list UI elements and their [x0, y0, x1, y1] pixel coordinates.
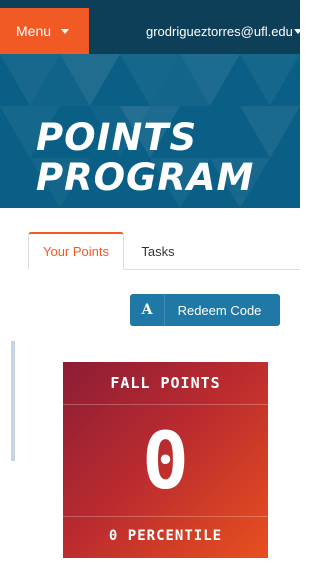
code-letter-icon: A: [130, 294, 165, 326]
page-title: POINTS PROGRAM: [36, 118, 254, 198]
points-percentile: 0 PERCENTILE: [108, 528, 223, 544]
menu-button[interactable]: Menu: [0, 8, 89, 54]
fall-points-card: FALL POINTS 0 0 PERCENTILE: [63, 362, 268, 558]
points-program-banner: POINTS PROGRAM: [0, 54, 300, 208]
page-title-line-1: POINTS: [36, 116, 198, 159]
left-scroll-indicator: [11, 341, 15, 461]
points-value: 0: [142, 417, 189, 507]
tab-tasks[interactable]: Tasks: [131, 232, 185, 270]
tab-bar: Your Points Tasks: [0, 232, 300, 270]
user-email: grodrigueztorres@ufl.edu: [146, 23, 293, 39]
card-divider-bottom: [63, 516, 268, 517]
page-title-line-2: PROGRAM: [36, 156, 255, 199]
top-nav-bar: Menu grodrigueztorres@ufl.edu: [0, 0, 302, 54]
user-account-menu[interactable]: grodrigueztorres@ufl.edu: [146, 8, 293, 54]
redeem-code-button[interactable]: A Redeem Code: [130, 294, 280, 326]
card-divider-top: [63, 404, 268, 405]
user-menu-chevron-down-icon[interactable]: [294, 29, 302, 34]
menu-label: Menu: [16, 23, 52, 39]
chevron-down-icon: [61, 28, 70, 34]
tab-your-points[interactable]: Your Points: [28, 232, 124, 270]
points-card-title: FALL POINTS: [110, 374, 221, 392]
redeem-code-label: Redeem Code: [177, 302, 262, 318]
